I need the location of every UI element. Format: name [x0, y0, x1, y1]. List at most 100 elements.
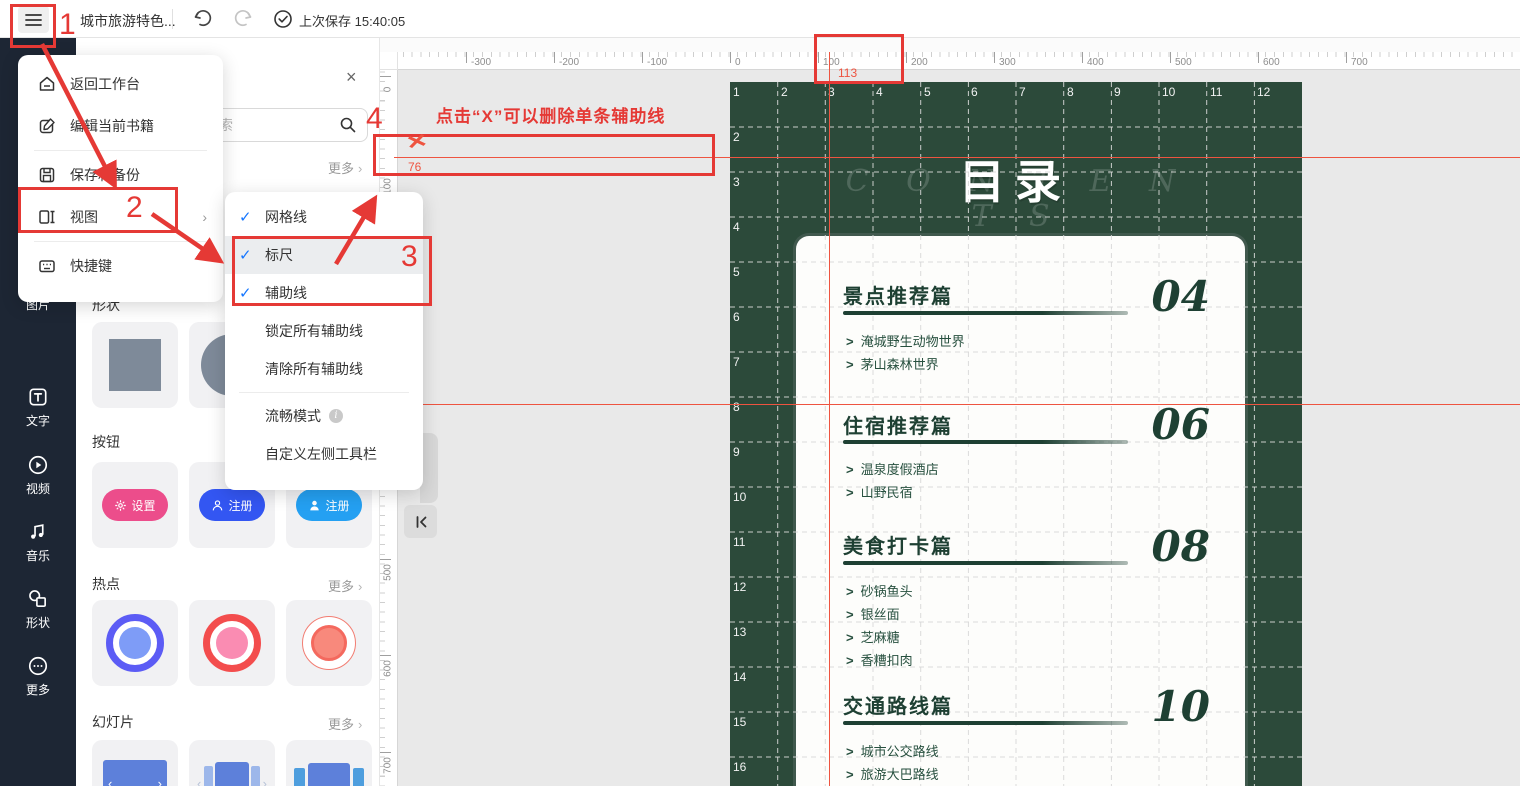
chevron-right-icon: ›: [263, 776, 267, 786]
hotspot-ring-blue: [106, 614, 164, 672]
sidebar-item-video[interactable]: 视频: [0, 454, 76, 497]
video-icon: [27, 454, 49, 476]
sidebar-item-text[interactable]: 文字: [0, 386, 76, 429]
search-icon[interactable]: [339, 116, 357, 134]
ruler-major-tick: [1346, 52, 1347, 63]
toc-page-number[interactable]: 04: [1130, 272, 1210, 321]
toc-item[interactable]: >银丝面: [846, 603, 913, 626]
vertical-guide-line[interactable]: [829, 52, 830, 786]
submenu-chevron-icon: ›: [202, 209, 207, 225]
sidebar-item-music[interactable]: 音乐: [0, 521, 76, 564]
shapes-icon: [27, 588, 49, 610]
menu-item-shortcuts[interactable]: 快捷键: [18, 245, 223, 287]
menu-item-edit-current-book[interactable]: 编辑当前书籍: [18, 105, 223, 147]
toc-section-title[interactable]: 美食打卡篇: [843, 530, 953, 559]
main-menu-button[interactable]: [18, 6, 49, 33]
ruler-major-tick: [1258, 52, 1259, 63]
chevron-right-icon: ›: [158, 776, 162, 786]
toc-underline: [843, 721, 1128, 725]
slide-card[interactable]: ‹ ›: [189, 740, 275, 786]
sidebar-item-more[interactable]: 更多: [0, 655, 76, 698]
submenu-item-lock-all-guides[interactable]: 锁定所有辅助线: [225, 312, 423, 350]
redo-icon[interactable]: [232, 8, 254, 30]
ruler-label: 500: [383, 561, 394, 585]
ruler-label: 500: [1175, 57, 1192, 68]
toc-item[interactable]: >城市公交路线: [846, 740, 939, 763]
toolbar-divider: [172, 9, 173, 29]
toc-item[interactable]: >旅游大巴路线: [846, 763, 939, 786]
delete-guide-x-icon[interactable]: ×: [405, 128, 428, 155]
ruler-label: 0: [735, 57, 741, 68]
toc-item[interactable]: >芝麻糖: [846, 626, 913, 649]
ruler-major-tick: [906, 52, 907, 63]
hotspot-card[interactable]: [286, 600, 372, 686]
music-icon: [27, 521, 49, 543]
settings-pill-button[interactable]: 设置: [102, 489, 167, 521]
save-icon: [38, 166, 56, 184]
ruler-corner: [380, 52, 398, 70]
guide-value-113: 113: [838, 66, 857, 80]
slide-thumb-carousel: ‹ ›: [197, 753, 267, 786]
more-link-hotspots[interactable]: 更多›: [328, 576, 362, 595]
menu-item-back-to-workspace[interactable]: 返回工作台: [18, 63, 223, 105]
register-pill-button[interactable]: 注册: [199, 489, 264, 521]
hamburger-icon: [25, 13, 42, 27]
ruler-label: 0: [383, 78, 394, 102]
register-pill-button[interactable]: 注册: [296, 489, 361, 521]
chevron-right-icon: ›: [358, 161, 362, 176]
toc-page-number[interactable]: 10: [1130, 682, 1210, 731]
toc-page-number[interactable]: 06: [1130, 400, 1210, 449]
submenu-item-gridlines[interactable]: ✓网格线: [225, 198, 423, 236]
button-sample-card[interactable]: 设置: [92, 462, 178, 548]
ruler-major-tick: [1082, 52, 1083, 63]
square-shape: [109, 339, 161, 391]
horizontal-guide-line-2[interactable]: [394, 404, 1520, 405]
more-link-hidden-section[interactable]: 更多›: [328, 158, 362, 177]
more-link-slides[interactable]: 更多›: [328, 714, 362, 733]
page-title[interactable]: 目录: [930, 146, 1100, 212]
toc-section-title[interactable]: 景点推荐篇: [843, 280, 953, 309]
submenu-item-guides[interactable]: ✓辅助线: [225, 274, 423, 312]
chevron-left-icon: ‹: [197, 776, 201, 786]
hotspot-dot: [311, 625, 347, 661]
toc-underline: [843, 561, 1128, 565]
menu-item-view[interactable]: 视图 ›: [18, 196, 223, 238]
slide-center: [308, 763, 350, 786]
hotspot-card[interactable]: [92, 600, 178, 686]
toc-page-number[interactable]: 08: [1130, 522, 1210, 571]
toc-item[interactable]: >山野民宿: [846, 481, 939, 504]
collapse-panel-button[interactable]: [404, 505, 437, 538]
check-icon: ✓: [239, 246, 252, 264]
sidebar-item-shapes[interactable]: 形状: [0, 588, 76, 631]
guide-value-76: 76: [408, 160, 421, 174]
slide-bar: [353, 768, 364, 786]
submenu-item-customize-left-toolbar[interactable]: 自定义左侧工具栏: [225, 435, 423, 473]
toc-item[interactable]: >砂锅鱼头: [846, 580, 913, 603]
toc-item[interactable]: >香糟扣肉: [846, 649, 913, 672]
menu-item-save-and-backup[interactable]: 保存和备份: [18, 154, 223, 196]
check-icon: ✓: [239, 208, 252, 226]
toc-item[interactable]: >温泉度假酒店: [846, 458, 939, 481]
submenu-divider: [239, 392, 409, 393]
submenu-item-clear-all-guides[interactable]: 清除所有辅助线: [225, 350, 423, 388]
toc-item[interactable]: >茅山森林世界: [846, 353, 965, 376]
horizontal-guide-line-76[interactable]: [394, 157, 1520, 158]
toc-item[interactable]: >淹城野生动物世界: [846, 330, 965, 353]
ruler-major-tick: [466, 52, 467, 63]
slide-side: [251, 766, 259, 786]
close-icon[interactable]: ×: [346, 68, 357, 86]
horizontal-ruler[interactable]: -300-200-1000100200300400500600700: [394, 52, 1520, 70]
slide-card[interactable]: [286, 740, 372, 786]
hotspot-card[interactable]: [189, 600, 275, 686]
submenu-item-ruler[interactable]: ✓标尺: [225, 236, 423, 274]
document-title[interactable]: 城市旅游特色...: [80, 11, 176, 31]
section-title-buttons: 按钮: [92, 432, 120, 452]
collapse-left-icon: [413, 514, 429, 530]
toc-section-title[interactable]: 住宿推荐篇: [843, 410, 953, 439]
slide-card[interactable]: ‹›: [92, 740, 178, 786]
shape-square-card[interactable]: [92, 322, 178, 408]
submenu-item-smooth-mode[interactable]: 流畅模式i: [225, 397, 423, 435]
toc-section-title[interactable]: 交通路线篇: [843, 690, 953, 719]
undo-icon[interactable]: [192, 8, 214, 30]
chevron-left-icon: ‹: [108, 776, 112, 786]
